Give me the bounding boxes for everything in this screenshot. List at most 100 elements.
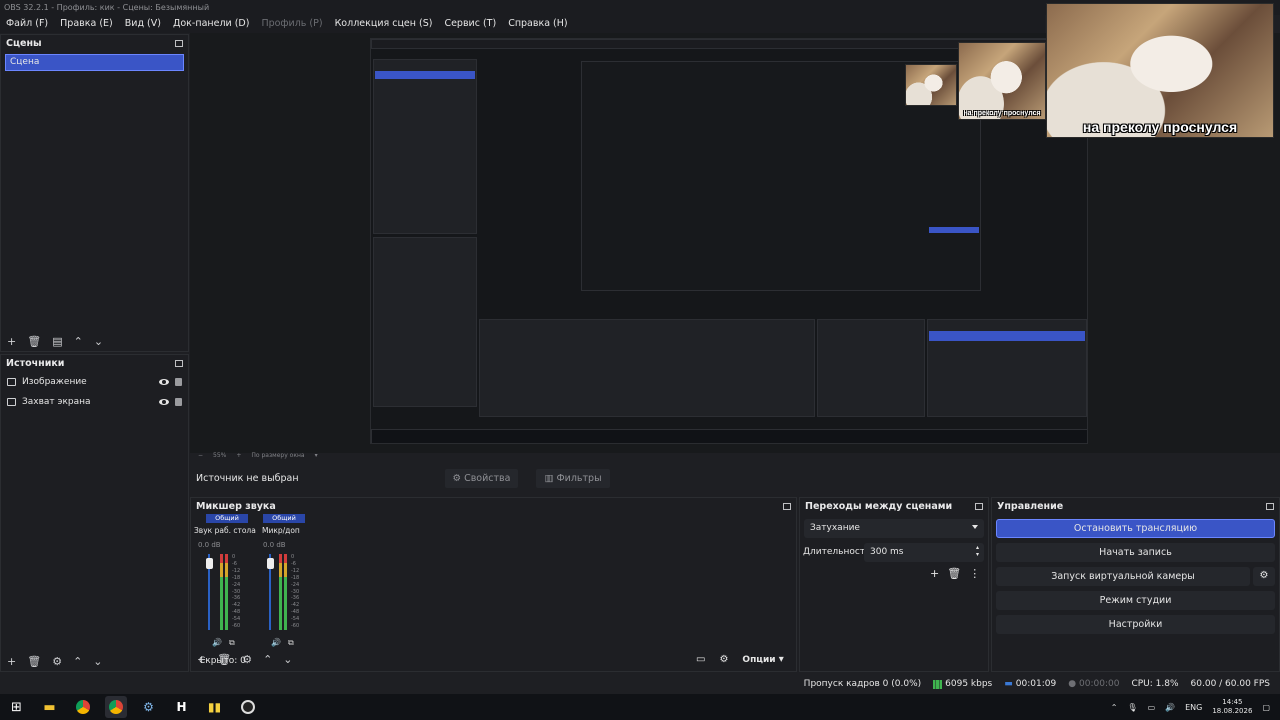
microphone-icon[interactable]: 🎙 [1127,703,1137,712]
cat-image-small: на преколу проснулся [958,42,1046,120]
channel-db: 0.0 dB [263,541,286,549]
channel-db: 0.0 dB [198,541,221,549]
filters-button[interactable]: ▥ Фильтры [536,469,610,488]
settings-button[interactable]: Настройки [996,615,1275,634]
add-icon[interactable]: + [7,655,16,668]
transition-select[interactable]: Затухание [804,519,984,538]
lock-icon[interactable] [175,378,182,386]
channel-name[interactable]: Звук раб. стола [194,526,256,535]
menu-docks[interactable]: Док-панели (D) [173,18,249,30]
stream-icon: ▬ [1004,679,1013,689]
move-up-icon[interactable]: ⌃ [73,655,82,668]
options-menu[interactable]: Опции ▾ [742,654,783,665]
nested-taskbar [371,429,1087,443]
channel-name[interactable]: Микр/доп [262,526,300,535]
gear-icon[interactable]: ⚙ [52,655,62,668]
add-icon[interactable]: + [7,335,16,348]
volume-fader[interactable] [267,558,274,569]
scenes-toolbar: + 🗑 ▤ ⌃ ⌄ [1,335,103,348]
notification-icon[interactable]: ▢ [1262,703,1270,712]
zoom-fit-select[interactable]: По размеру окна [251,452,304,459]
clock[interactable]: 14:45 18.08.2026 [1212,698,1252,716]
undock-icon[interactable] [175,40,183,47]
audio-settings-icon[interactable]: ⚙ [719,654,728,665]
source-item-image[interactable]: Изображение [1,372,188,392]
properties-button[interactable]: ⚙ Свойства [444,469,519,488]
channel-tag: Общий [263,514,305,523]
menu-bar: Файл (F) Правка (E) Вид (V) Док-панели (… [0,15,1045,33]
studio-mode-button[interactable]: Режим студии [996,591,1275,610]
add-icon[interactable]: + [930,567,939,580]
trash-icon[interactable]: 🗑 [27,655,41,668]
menu-tools[interactable]: Сервис (T) [444,18,496,30]
chrome-icon[interactable] [72,696,94,718]
mixer-channel-desktop: Общий Звук раб. стола 0.0 dB 0 -6 -12 -18 -2… [194,514,258,649]
undock-icon[interactable] [975,503,983,510]
source-item-screen-capture[interactable]: Захват экрана [1,392,188,412]
undock-icon[interactable] [783,503,791,510]
menu-edit[interactable]: Правка (E) [60,18,113,30]
move-up-icon[interactable]: ⌃ [263,653,272,666]
dropped-frames: Пропуск кадров 0 (0.0%) [803,679,922,689]
scene-item[interactable]: Сцена [5,54,184,71]
chevron-up-icon[interactable]: ⌃ [1111,703,1118,712]
trash-icon[interactable]: 🗑 [947,567,961,580]
nested-scenes [373,59,477,234]
move-down-icon[interactable]: ⌄ [283,653,292,666]
speaker-icon[interactable]: 🔊 [212,638,222,648]
windows-start-icon[interactable]: ⊞ [6,696,28,718]
speaker-icon[interactable]: 🔊 [271,638,281,648]
level-meter [225,554,228,630]
volume-icon[interactable]: 🔊 [1165,703,1175,712]
file-explorer-icon[interactable]: ▬ [39,696,61,718]
nested-scene-item [375,71,475,79]
menu-file[interactable]: Файл (F) [6,18,48,30]
channel-tag: Общий [206,514,248,523]
scenes-dock: Сцены Сцена + 🗑 ▤ ⌃ ⌄ [0,34,189,352]
menu-scene-collection[interactable]: Коллекция сцен (S) [335,18,433,30]
context-bar: Источник не выбран ⚙ Свойства ▥ Фильтры [190,465,1280,492]
level-meter [220,554,223,630]
status-bar: Пропуск кадров 0 (0.0%) 6095 kbps ▬ 00:01… [0,674,1280,694]
zoom-level: 55% [213,452,227,459]
virtual-camera-gear-icon[interactable]: ⚙ [1253,567,1275,586]
language-indicator[interactable]: ENG [1185,703,1202,712]
start-virtual-camera-button[interactable]: Запуск виртуальной камеры [996,567,1250,586]
trash-icon[interactable]: 🗑 [27,335,41,348]
zoom-in-icon[interactable]: + [236,452,241,459]
cat-caption-small: на преколу проснулся [963,110,1041,117]
filter-icon[interactable]: ▤ [52,335,62,348]
chrome-profile-icon[interactable] [104,696,127,718]
zoom-out-icon[interactable]: − [198,452,203,459]
start-recording-button[interactable]: Начать запись [996,543,1275,562]
volume-fader[interactable] [206,558,213,569]
monitor-audio-icon[interactable]: ⧉ [288,638,294,648]
hammer-app-icon[interactable]: H [171,696,193,718]
duration-input[interactable]: 300 ms ▴ ▾ [864,543,984,562]
lock-icon[interactable] [175,398,182,406]
network-icon[interactable]: ▭ [1148,703,1156,712]
steam-icon[interactable]: ⚙ [138,696,160,718]
bitrate: 6095 kbps [945,679,993,689]
mixer-channel-mic: Общий Микр/доп 0.0 dB 0 -6 -12 -18 -24 -30 -36… [253,514,317,649]
monitor-audio-icon[interactable]: ⧉ [229,638,235,648]
stop-streaming-button[interactable]: Остановить трансляцию [996,519,1275,538]
visibility-eye-icon[interactable] [159,379,169,385]
move-up-icon[interactable]: ⌃ [74,335,83,348]
sources-title: Источники [6,358,65,369]
menu-help[interactable]: Справка (H) [508,18,567,30]
nested-stop-button [929,331,1085,341]
more-icon[interactable]: ⋮ [969,567,980,580]
bars-app-icon[interactable]: ▮▮ [204,696,226,718]
move-down-icon[interactable]: ⌄ [93,655,102,668]
move-down-icon[interactable]: ⌄ [94,335,103,348]
level-meter [279,554,282,630]
chevron-down-icon[interactable]: ▾ [315,452,318,459]
undock-icon[interactable] [1266,503,1274,510]
obs-icon[interactable] [237,696,259,718]
visibility-eye-icon[interactable] [159,399,169,405]
menu-view[interactable]: Вид (V) [125,18,161,30]
mixer-options: ▭ ⚙ Опции ▾ [696,654,784,665]
undock-icon[interactable] [175,360,183,367]
layout-icon[interactable]: ▭ [696,654,705,665]
